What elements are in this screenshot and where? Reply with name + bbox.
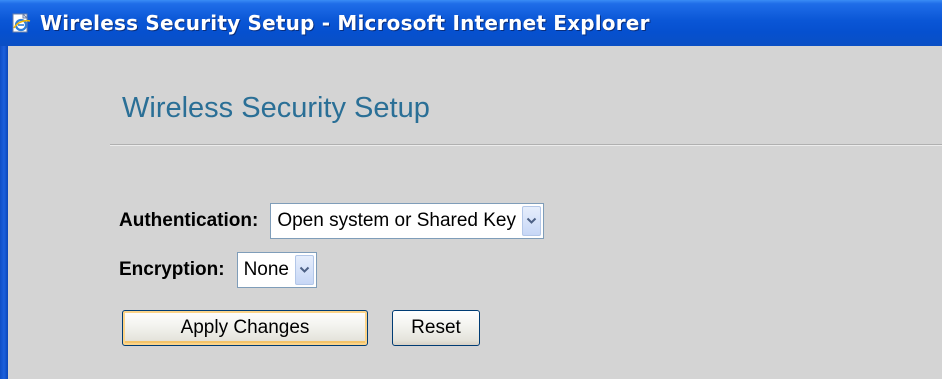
encryption-selected-value: None [243,259,289,280]
window-title: Wireless Security Setup - Microsoft Inte… [40,11,650,35]
chevron-down-icon[interactable] [294,255,314,285]
authentication-label: Authentication: [119,210,259,231]
chevron-down-icon[interactable] [522,206,541,236]
authentication-row: Authentication: Open system or Shared Ke… [119,203,544,239]
title-bar[interactable]: Wireless Security Setup - Microsoft Inte… [0,0,942,46]
browser-window: Wireless Security Setup - Microsoft Inte… [0,0,942,379]
form-buttons: Apply Changes Reset [122,310,480,346]
apply-changes-button[interactable]: Apply Changes [122,310,368,346]
authentication-select[interactable]: Open system or Shared Key [270,203,544,239]
reset-button[interactable]: Reset [392,310,480,346]
encryption-label: Encryption: [119,259,225,280]
title-divider [110,144,942,146]
authentication-selected-value: Open system or Shared Key [277,210,516,231]
ie-page-icon[interactable] [10,12,32,34]
page-title: Wireless Security Setup [122,92,430,124]
encryption-select[interactable]: None [236,252,317,288]
page-content: Wireless Security Setup Authentication: … [8,46,942,379]
encryption-row: Encryption: None [119,252,317,288]
window-left-border [0,46,8,379]
